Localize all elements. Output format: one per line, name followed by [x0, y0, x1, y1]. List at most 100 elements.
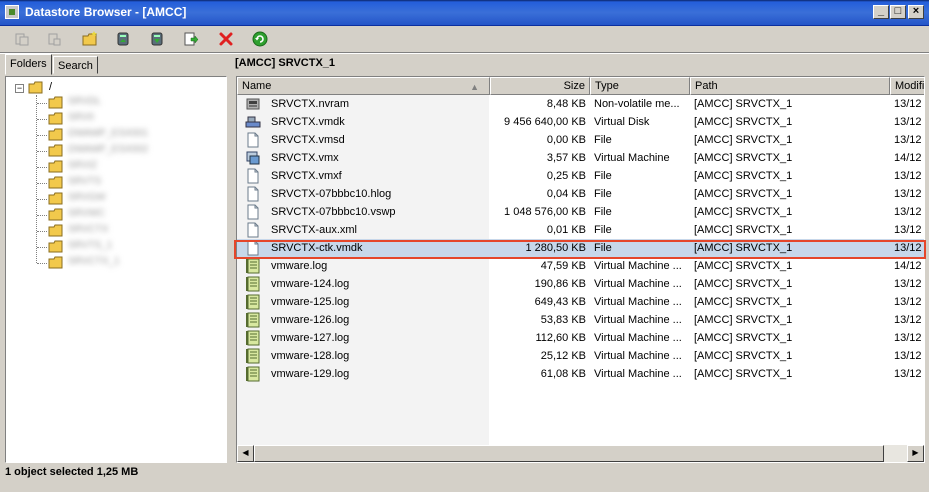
scroll-right-icon[interactable]: ▶ [907, 445, 924, 462]
file-modified: 13/12 [894, 134, 922, 146]
file-modified: 13/12 [894, 350, 922, 362]
file-size: 1 280,50 KB [525, 242, 586, 254]
file-type: Virtual Machine ... [594, 296, 682, 308]
file-file-icon [245, 240, 261, 256]
column-header-path[interactable]: Path [690, 77, 890, 95]
scroll-left-icon[interactable]: ◀ [237, 445, 254, 462]
toolbar [0, 26, 929, 52]
table-row[interactable]: SRVCTX-07bbbc10.hlog 0,04 KB File [AMCC] SR… [237, 185, 924, 203]
file-size: 3,57 KB [546, 152, 586, 164]
download-from-datastore-icon[interactable] [147, 29, 167, 49]
file-type: Virtual Machine ... [594, 332, 682, 344]
file-path: [AMCC] SRVCTX_1 [694, 350, 793, 362]
tree-collapse-icon[interactable]: − [15, 84, 24, 93]
file-name: vmware.log [271, 260, 328, 272]
file-size: 9 456 640,00 KB [504, 116, 586, 128]
file-type: File [594, 188, 612, 200]
file-size: 1 048 576,00 KB [504, 206, 586, 218]
file-list[interactable]: Name ▲ Size Type Path Modifi SRVCTX.nvram… [236, 76, 925, 463]
new-folder-icon[interactable] [80, 29, 100, 49]
table-row[interactable]: vmware.log 47,59 KB Virtual Machine ... [AM… [237, 257, 924, 275]
file-name: SRVCTX.vmsd [271, 134, 345, 146]
tree-guide [37, 151, 47, 152]
table-row[interactable]: vmware-125.log 649,43 KB Virtual Machine .… [237, 293, 924, 311]
tree-root-label[interactable]: / [49, 81, 52, 93]
file-file-icon [245, 168, 261, 184]
file-file-icon [245, 186, 261, 202]
toolbar-separator [0, 52, 929, 54]
close-button[interactable]: × [908, 5, 924, 19]
file-modified: 13/12 [894, 368, 922, 380]
table-row[interactable]: SRVCTX.vmsd 0,00 KB File [AMCC] SRVCTX_1 13/… [237, 131, 924, 149]
column-header-name-label: Name [242, 80, 272, 92]
file-size: 0,00 KB [546, 134, 586, 146]
file-path: [AMCC] SRVCTX_1 [694, 314, 793, 326]
file-size: 0,04 KB [546, 188, 586, 200]
column-header-size[interactable]: Size [490, 77, 590, 95]
log-file-icon [245, 276, 261, 292]
file-path: [AMCC] SRVCTX_1 [694, 242, 793, 254]
window-title: Datastore Browser - [AMCC] [25, 5, 187, 19]
file-file-icon [245, 204, 261, 220]
folder-tree[interactable]: − / SRVDL SRVII DWAMP_ESX001 DWAMP_ESX002 SR… [5, 76, 227, 463]
tab-search[interactable]: Search [53, 56, 98, 74]
file-modified: 13/12 [894, 332, 922, 344]
horizontal-scrollbar[interactable]: ◀ ▶ [237, 445, 924, 462]
file-path: [AMCC] SRVCTX_1 [694, 152, 793, 164]
table-row[interactable]: SRVCTX-07bbbc10.vswp 1 048 576,00 KB File [… [237, 203, 924, 221]
refresh-icon[interactable] [250, 29, 270, 49]
file-modified: 13/12 [894, 116, 922, 128]
file-path: [AMCC] SRVCTX_1 [694, 170, 793, 182]
folder-icon [48, 112, 63, 125]
table-row[interactable]: SRVCTX.nvram 8,48 KB Non-volatile me... [AM… [237, 95, 924, 113]
upload-disabled-icon[interactable] [12, 29, 32, 49]
scroll-thumb[interactable] [254, 445, 884, 462]
maximize-button[interactable]: □ [890, 5, 906, 19]
minimize-button[interactable]: _ [873, 5, 889, 19]
file-size: 61,08 KB [540, 368, 586, 380]
folder-icon [48, 256, 63, 269]
file-path: [AMCC] SRVCTX_1 [694, 206, 793, 218]
file-name: vmware-125.log [271, 296, 350, 308]
column-header-modified[interactable]: Modifi [890, 77, 924, 95]
file-modified: 13/12 [894, 296, 922, 308]
delete-icon[interactable] [216, 29, 236, 49]
tree-folder-label: SRVTS_1 [68, 240, 113, 251]
tree-folder-label: SRVDL [68, 96, 102, 107]
table-row[interactable]: vmware-126.log 53,83 KB Virtual Machine ..… [237, 311, 924, 329]
column-header-name[interactable]: Name ▲ [237, 77, 490, 95]
file-modified: 13/12 [894, 224, 922, 236]
file-size: 47,59 KB [540, 260, 586, 272]
file-path: [AMCC] SRVCTX_1 [694, 134, 793, 146]
tab-folders[interactable]: Folders [5, 54, 52, 75]
table-row[interactable]: SRVCTX.vmdk 9 456 640,00 KB Virtual Disk [A… [237, 113, 924, 131]
tree-guide [37, 199, 47, 200]
upload-to-datastore-icon[interactable] [113, 29, 133, 49]
table-row[interactable]: SRVCTX.vmx 3,57 KB Virtual Machine [AMCC] S… [237, 149, 924, 167]
table-row-selected[interactable]: SRVCTX-ctk.vmdk 1 280,50 KB File [AMCC] SRV… [237, 239, 924, 257]
table-row[interactable]: vmware-124.log 190,86 KB Virtual Machine .… [237, 275, 924, 293]
table-row[interactable]: vmware-127.log 112,60 KB Virtual Machine .… [237, 329, 924, 347]
table-row[interactable]: vmware-129.log 61,08 KB Virtual Machine ..… [237, 365, 924, 383]
table-row[interactable]: vmware-128.log 25,12 KB Virtual Machine ..… [237, 347, 924, 365]
column-header-type[interactable]: Type [590, 77, 690, 95]
download-disabled-icon[interactable] [45, 29, 65, 49]
table-row[interactable]: SRVCTX.vmxf 0,25 KB File [AMCC] SRVCTX_1 13/… [237, 167, 924, 185]
file-name: SRVCTX-07bbbc10.hlog [271, 188, 392, 200]
file-type: Non-volatile me... [594, 98, 680, 110]
move-icon[interactable] [181, 29, 201, 49]
file-size: 0,25 KB [546, 170, 586, 182]
file-path: [AMCC] SRVCTX_1 [694, 98, 793, 110]
tree-guide [37, 135, 47, 136]
title-bar[interactable]: Datastore Browser - [AMCC] _ □ × [0, 0, 929, 26]
file-name: SRVCTX.vmx [271, 152, 339, 164]
folder-icon [48, 160, 63, 173]
tree-folder-label: SRVII [68, 112, 94, 123]
file-name: SRVCTX-07bbbc10.vswp [271, 206, 396, 218]
file-name: vmware-129.log [271, 368, 350, 380]
folder-icon [48, 240, 63, 253]
tree-guide [36, 95, 37, 263]
log-file-icon [245, 330, 261, 346]
table-row[interactable]: SRVCTX-aux.xml 0,01 KB File [AMCC] SRVCTX_1… [237, 221, 924, 239]
tree-folder-label: SRVIZ [68, 160, 98, 171]
